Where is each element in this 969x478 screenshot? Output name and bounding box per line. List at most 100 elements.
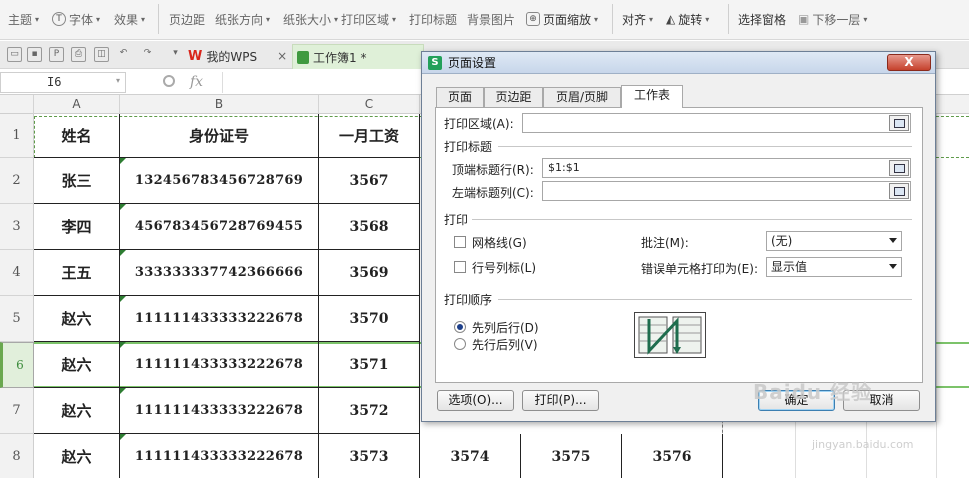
print-icon[interactable]: ⎙ — [71, 47, 86, 62]
column-header-c[interactable]: C — [319, 95, 420, 114]
row-header[interactable]: 4 — [0, 250, 34, 296]
export-pdf-icon[interactable]: P — [49, 47, 64, 62]
new-file-icon[interactable]: ▭ — [7, 47, 22, 62]
print-preview-icon[interactable]: ◫ — [94, 47, 109, 62]
cell-id[interactable]: 132456783456728769 — [120, 158, 319, 204]
cell-id-text: 333333337742366666 — [134, 265, 304, 280]
print-area-button[interactable]: 打印区域 ▾ — [341, 9, 396, 29]
cell-salary[interactable]: 3568 — [319, 204, 420, 250]
cell-name[interactable]: 赵六 — [34, 388, 120, 434]
range-picker-icon[interactable] — [889, 160, 909, 176]
cell-name[interactable]: 李四 — [34, 204, 120, 250]
cell-salary[interactable]: 3570 — [319, 296, 420, 342]
cell-name[interactable]: 张三 — [34, 158, 120, 204]
cell-salary[interactable]: 3572 — [319, 388, 420, 434]
cell-id[interactable]: 111111433333222678 — [120, 296, 319, 342]
font-button[interactable]: T 字体 ▾ — [52, 9, 100, 29]
down-then-over-radio[interactable] — [454, 321, 466, 333]
cell-salary[interactable]: 3575 — [521, 434, 622, 478]
cell-name[interactable]: 王五 — [34, 250, 120, 296]
select-all-corner[interactable] — [0, 95, 34, 114]
header-cell-salary[interactable]: 一月工资 — [319, 114, 420, 158]
cell-salary[interactable]: 3571 — [319, 342, 420, 388]
cell-id[interactable]: 111111433333222678 — [120, 434, 319, 478]
ribbon-divider — [612, 4, 613, 34]
send-backward-button[interactable]: ▣ 下移一层 ▾ — [798, 9, 867, 29]
font-icon: T — [52, 12, 66, 26]
cell-id[interactable]: 111111433333222678 — [120, 388, 319, 434]
gridlines-checkbox[interactable] — [454, 236, 466, 248]
dialog-close-button[interactable]: X — [887, 54, 931, 71]
row-header[interactable]: 8 — [0, 434, 34, 478]
quick-access-dropdown-icon[interactable]: ▾ — [168, 47, 183, 62]
cell-salary[interactable]: 3567 — [319, 158, 420, 204]
paper-size-button[interactable]: 纸张大小 ▾ — [283, 9, 338, 29]
fx-icon[interactable]: fx — [190, 74, 203, 90]
tab-page[interactable]: 页面 — [436, 87, 484, 107]
background-image-button[interactable]: 背景图片 — [467, 9, 515, 29]
cell-name[interactable]: 赵六 — [34, 296, 120, 342]
margins-button[interactable]: 页边距 — [169, 9, 205, 29]
cell-salary[interactable]: 3574 — [420, 434, 521, 478]
cell-id-text: 111111433333222678 — [134, 311, 304, 326]
cell-id[interactable]: 333333337742366666 — [120, 250, 319, 296]
comments-label: 批注(M): — [641, 236, 689, 250]
left-columns-input[interactable] — [542, 181, 911, 201]
cell-salary[interactable]: 3576 — [622, 434, 723, 478]
tab-workbook[interactable]: 工作簿1 * — [292, 44, 424, 69]
over-then-down-radio[interactable] — [454, 338, 466, 350]
range-picker-icon[interactable] — [889, 115, 909, 131]
options-button[interactable]: 选项(O)... — [437, 390, 514, 411]
print-area-input[interactable] — [522, 113, 911, 133]
row-header[interactable]: 7 — [0, 388, 34, 434]
row-header[interactable]: 5 — [0, 296, 34, 342]
range-picker-icon[interactable] — [889, 183, 909, 199]
theme-button[interactable]: 主题 ▾ — [8, 9, 39, 29]
selection-pane-button[interactable]: 选择窗格 — [738, 9, 786, 29]
comments-select[interactable]: (无) — [766, 231, 902, 251]
row-header[interactable]: 1 — [0, 114, 34, 158]
orientation-button[interactable]: 纸张方向 ▾ — [215, 9, 270, 29]
row-header[interactable]: 2 — [0, 158, 34, 204]
close-icon[interactable]: × — [277, 49, 287, 63]
page-order-diagram — [638, 316, 702, 355]
tab-margins[interactable]: 页边距 — [484, 87, 543, 107]
print-titles-button[interactable]: 打印标题 — [409, 9, 457, 29]
chevron-down-icon: ▾ — [594, 14, 599, 24]
save-icon[interactable]: ▪ — [27, 47, 42, 62]
chevron-down-icon[interactable]: ▾ — [116, 76, 120, 85]
cell-salary[interactable]: 3569 — [319, 250, 420, 296]
rotate-button[interactable]: ◭ 旋转 ▾ — [666, 9, 709, 29]
cell-salary[interactable]: 3573 — [319, 434, 420, 478]
spreadsheet-icon — [297, 50, 309, 64]
column-header-a[interactable]: A — [34, 95, 120, 114]
header-cell-name[interactable]: 姓名 — [34, 114, 120, 158]
cell-name[interactable]: 赵六 — [34, 342, 120, 388]
row-col-headings-checkbox[interactable] — [454, 261, 466, 273]
redo-icon[interactable]: ↷ — [140, 47, 155, 62]
chevron-down-icon: ▾ — [334, 14, 339, 24]
name-box[interactable]: I6 — [0, 72, 126, 93]
text-number-marker — [120, 342, 126, 348]
top-rows-input[interactable]: $1:$1 — [542, 158, 911, 178]
row-header[interactable]: 3 — [0, 204, 34, 250]
search-icon[interactable] — [163, 75, 175, 87]
cell-name[interactable]: 赵六 — [34, 434, 120, 478]
cell-errors-select[interactable]: 显示值 — [766, 257, 902, 277]
tab-my-wps[interactable]: W 我的WPS × — [188, 45, 287, 67]
undo-icon[interactable]: ↶ — [116, 47, 131, 62]
print-titles-group-label: 打印标题 — [444, 140, 493, 154]
tab-sheet[interactable]: 工作表 — [621, 85, 683, 108]
effects-button[interactable]: 效果 ▾ — [114, 9, 145, 29]
column-header-b[interactable]: B — [120, 95, 319, 114]
print-button[interactable]: 打印(P)... — [522, 390, 599, 411]
cell-id[interactable]: 111111433333222678 — [120, 342, 319, 388]
align-button[interactable]: 对齐 ▾ — [622, 9, 653, 29]
header-cell-id[interactable]: 身份证号 — [120, 114, 319, 158]
page-setup-dialog: S 页面设置 X 页面 页边距 页眉/页脚 工作表 打印区域(A): 打印标题 … — [421, 51, 936, 422]
dialog-title-bar[interactable]: S 页面设置 X — [422, 52, 935, 74]
cell-id[interactable]: 456783456728769455 — [120, 204, 319, 250]
row-header-selected[interactable]: 6 — [0, 342, 34, 388]
tab-header-footer[interactable]: 页眉/页脚 — [543, 87, 621, 107]
page-zoom-button[interactable]: ⊕ 页面缩放 ▾ — [526, 9, 598, 29]
